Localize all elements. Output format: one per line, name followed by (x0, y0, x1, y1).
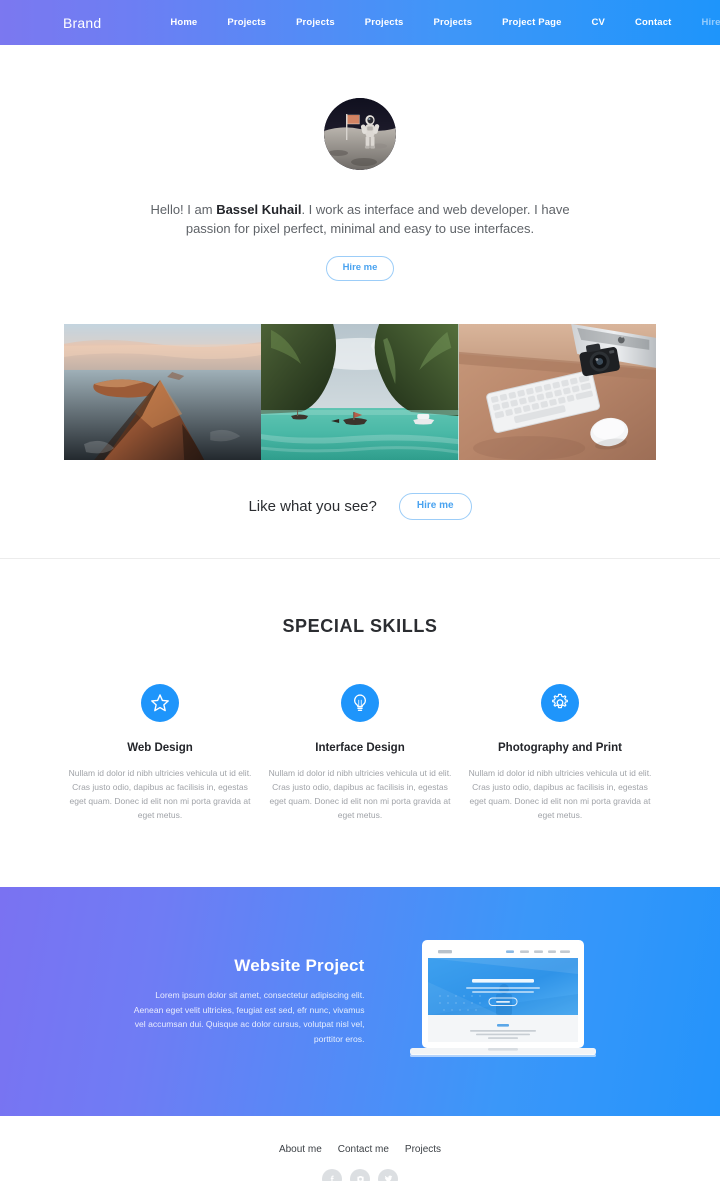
navbar: Brand Home Projects Projects Projects Pr… (0, 0, 720, 45)
nav-item-hire-me[interactable]: Hire me (686, 17, 720, 28)
nav-item-projects-3[interactable]: Projects (350, 17, 419, 28)
hire-me-button-likebar[interactable]: Hire me (398, 492, 472, 520)
project-title: Website Project (234, 956, 365, 975)
gallery-item-tropical-bay[interactable] (261, 323, 459, 460)
gallery-item-desk-setup[interactable] (458, 323, 656, 460)
footer-link-about-me[interactable]: About me (279, 1144, 322, 1155)
footer-links: About me Contact me Projects (0, 1144, 720, 1155)
instagram-icon[interactable] (350, 1168, 370, 1181)
page-root: Brand Home Projects Projects Projects Pr… (0, 0, 720, 1181)
gear-icon (552, 693, 568, 708)
hero-intro-text: Hello! I am Bassel Kuhail. I work as int… (134, 200, 586, 238)
skill-title: Interface Design (315, 741, 405, 754)
nav-item-contact[interactable]: Contact (620, 17, 686, 28)
social-links (0, 1168, 720, 1181)
photo-gallery (64, 323, 656, 460)
twitter-icon[interactable] (378, 1168, 398, 1181)
hero-section: Hello! I am Bassel Kuhail. I work as int… (0, 45, 720, 281)
hire-me-button-hero[interactable]: Hire me (325, 256, 395, 281)
like-bar-title: Like what you see? (248, 497, 377, 515)
nav-item-projects-4[interactable]: Projects (418, 17, 487, 28)
skill-card-photography-and-print: Photography and Print Nullam id dolor id… (460, 683, 660, 822)
laptop-mockup (409, 936, 596, 1066)
hero-name: Bassel Kuhail (216, 202, 302, 217)
nav-item-home[interactable]: Home (155, 17, 212, 28)
skill-description: Nullam id dolor id nibh ultricies vehicu… (468, 767, 652, 820)
skill-card-web-design: Web Design Nullam id dolor id nibh ultri… (60, 683, 260, 822)
skill-description: Nullam id dolor id nibh ultricies vehicu… (268, 767, 452, 820)
project-copy: Website Project Lorem ipsum dolor sit am… (125, 956, 365, 1046)
project-banner: Website Project Lorem ipsum dolor sit am… (0, 886, 720, 1116)
star-icon (151, 693, 169, 711)
footer: About me Contact me Projects (0, 1116, 720, 1181)
nav-item-cv[interactable]: CV (577, 17, 621, 28)
lightbulb-icon (354, 693, 366, 711)
skills-row: Web Design Nullam id dolor id nibh ultri… (0, 683, 720, 822)
brand-logo[interactable]: Brand (63, 15, 101, 31)
skill-icon-circle-interface-design (341, 683, 379, 722)
facebook-icon[interactable] (322, 1168, 342, 1181)
skill-description: Nullam id dolor id nibh ultricies vehicu… (68, 767, 252, 820)
skill-card-interface-design: Interface Design Nullam id dolor id nibh… (260, 683, 460, 822)
hero-greeting-prefix: Hello! I am (150, 202, 217, 217)
nav-links: Home Projects Projects Projects Projects… (155, 17, 720, 28)
project-description: Lorem ipsum dolor sit amet, consectetur … (133, 990, 365, 1044)
nav-item-projects-2[interactable]: Projects (281, 17, 350, 28)
nav-item-project-page[interactable]: Project Page (487, 17, 576, 28)
gallery-item-cliff[interactable] (64, 323, 262, 460)
footer-link-contact-me[interactable]: Contact me (338, 1144, 389, 1155)
nav-item-projects-1[interactable]: Projects (212, 17, 281, 28)
like-bar: Like what you see? Hire me (0, 492, 720, 520)
skill-title: Photography and Print (498, 741, 622, 754)
skills-section: SPECIAL SKILLS Web Design Nullam id dolo… (0, 559, 720, 822)
skills-heading: SPECIAL SKILLS (282, 615, 438, 636)
skill-title: Web Design (127, 741, 193, 754)
skill-icon-circle-web-design (141, 683, 179, 722)
avatar (324, 98, 396, 170)
skill-icon-circle-photography (541, 683, 579, 722)
footer-link-projects[interactable]: Projects (405, 1144, 441, 1155)
